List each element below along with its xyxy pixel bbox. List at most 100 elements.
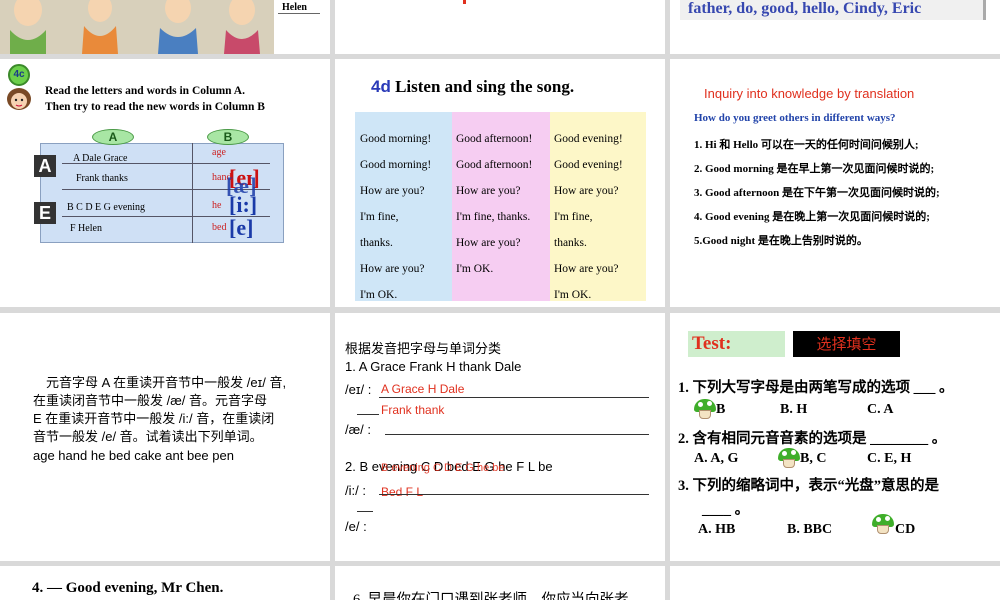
panel-translation: Inquiry into knowledge by translation Ho… [670, 59, 1000, 307]
answer-i-2: Bed F L [381, 485, 424, 499]
song-line: Good evening! [554, 159, 623, 171]
question-6-text: 6. 早晨你在门口遇到张老师，你应当向张老 [353, 592, 629, 600]
red-bracket [463, 0, 466, 4]
answer-ei: A Grace H Dale [381, 382, 465, 396]
row-e-words-1: B C D E G evening [67, 202, 146, 213]
panel-dialog-4: 4. — Good evening, Mr Chen. [0, 566, 330, 600]
word-age: age [212, 147, 226, 158]
classify-list-1: 1. A Grace Frank H thank Dale [345, 359, 522, 374]
question-3: 3. 下列的缩略词中，表示“光盘”意思的是 [678, 478, 939, 494]
song-line: I'm fine, thanks. [456, 211, 531, 223]
phonetic-e: [e] [229, 215, 254, 240]
label-i: /i:/ : [345, 483, 366, 498]
blank-ei [379, 397, 649, 398]
song-line: I'm OK. [360, 289, 398, 301]
blank-ei-tail [357, 414, 379, 415]
answer-i-overlay: B evening C D E G he be [381, 462, 505, 474]
column-a-header: A [92, 129, 134, 145]
children-illustration [0, 0, 274, 54]
question-2: 2. 含有相同元音音素的选项是 ________ 。 [678, 431, 947, 447]
rule-line-1: 元音字母 A 在重读开音节中一般发 /eɪ/ 音, [46, 375, 287, 390]
translation-item-4: 4. Good evening 是在晚上第一次见面问候时说的; [694, 211, 930, 223]
translation-title: Inquiry into knowledge by translation [704, 86, 915, 101]
correct-mark-icon [778, 448, 800, 468]
song-line: thanks. [554, 237, 587, 249]
letter-e-tile: E [34, 202, 56, 224]
rule-line-3: E 在重读开音节中一般发 /i:/ 音，在重读闭 [33, 411, 275, 426]
badge-4c: 4c [8, 64, 30, 86]
panel-question-6: 6. 早晨你在门口遇到张老师，你应当向张老 [335, 566, 665, 600]
song-col-3: Good evening! Good evening! How are you?… [554, 126, 623, 307]
question-3-blank: ____ 。 [702, 502, 750, 518]
instruction-1: Read the letters and words in Column A. [45, 85, 245, 97]
song-title: 4d Listen and sing the song. [371, 77, 574, 97]
song-line: I'm fine, [360, 211, 399, 223]
q2-option-a: A. A, G [694, 451, 739, 466]
name-underline [278, 13, 320, 14]
section-number: 4d [371, 77, 391, 96]
girl-avatar-icon [6, 87, 32, 111]
dialog-4-text: 4. — Good evening, Mr Chen. [32, 580, 224, 596]
label-ae: /æ/ : [345, 422, 372, 437]
blank-i [379, 494, 649, 495]
panel-classify: 根据发音把字母与单词分类 1. A Grace Frank H thank Da… [335, 313, 665, 561]
song-line: How are you? [456, 185, 521, 197]
correct-mark-icon [872, 514, 894, 534]
song-line: Good afternoon! [456, 133, 533, 145]
translation-question: How do you greet others in different way… [694, 112, 896, 124]
table-divider-v [192, 143, 193, 243]
song-line: How are you? [360, 263, 425, 275]
row-a-words-1: A Dale Grace [73, 153, 128, 164]
row-a-words-2: Frank thanks [76, 173, 128, 184]
q2-option-c: C. E, H [867, 451, 912, 466]
word-he: he [212, 200, 222, 211]
song-line: How are you? [554, 263, 619, 275]
q3-option-b: B. BBC [787, 522, 833, 537]
song-line: How are you? [554, 185, 619, 197]
panel-4c: 4c Read the letters and words in Column … [0, 59, 330, 307]
column-b-header: B [207, 129, 249, 145]
q1-option-c: C. A [867, 402, 894, 417]
translation-item-2: 2. Good morning 是在早上第一次见面问候时说的; [694, 163, 935, 175]
song-line: How are you? [456, 237, 521, 249]
translation-item-3: 3. Good afternoon 是在下午第一次见面问候时说的; [694, 187, 940, 199]
song-line: thanks. [360, 237, 393, 249]
answer-ae: Frank thank [381, 403, 445, 417]
song-line: I'm OK. [456, 263, 494, 275]
rule-line-2: 在重读闭音节中一般发 /æ/ 音。元音字母 [33, 393, 268, 408]
translation-item-5: 5.Good night 是在晚上告别时说的。 [694, 235, 868, 247]
panel-bottom-right [670, 566, 1000, 600]
song-line: Good morning! [360, 159, 432, 171]
panel-top-middle [335, 0, 665, 54]
song-col-2: Good afternoon! Good afternoon! How are … [456, 126, 532, 282]
choose-label: 选择填空 [793, 331, 900, 357]
panel-test: Test: 选择填空 1. 下列大写字母是由两笔写成的选项 ___ 。 B B.… [670, 313, 1000, 561]
section-title: Listen and sing the song. [390, 77, 575, 96]
classify-title: 根据发音把字母与单词分类 [345, 341, 502, 356]
blank-ae [385, 434, 649, 435]
word-list: father, do, good, hello, Cindy, Eric [688, 0, 922, 17]
letter-a-tile: A [34, 155, 56, 177]
rule-line-4: 音节一般发 /e/ 音。试着读出下列单词。 [33, 429, 263, 444]
cartoon-image [0, 0, 274, 54]
song-col-1: Good morning! Good morning! How are you?… [360, 126, 431, 307]
label-e: /e/ : [345, 519, 367, 534]
panel-vowel-rules: 元音字母 A 在重读开音节中一般发 /eɪ/ 音, 在重读闭音节中一般发 /æ/… [0, 313, 330, 561]
q1-option-b: B. H [780, 402, 808, 417]
panel-words: father, do, good, hello, Cindy, Eric [670, 0, 1000, 54]
test-label: Test: [688, 331, 785, 357]
song-line: I'm fine, [554, 211, 593, 223]
name-label: Helen [282, 2, 307, 13]
q1-option-a: B [716, 402, 726, 417]
instruction-2: Then try to read the new words in Column… [45, 101, 265, 113]
blank-i-tail [357, 511, 373, 512]
label-ei: /eɪ/ : [345, 382, 372, 397]
practice-words: age hand he bed cake ant bee pen [33, 448, 234, 463]
song-line: How are you? [360, 185, 425, 197]
translation-item-1: 1. Hi 和 Hello 可以在一天的任何时间问候别人; [694, 139, 919, 151]
q2-option-b: B, C [800, 451, 827, 466]
panel-cartoon: Helen [0, 0, 330, 54]
song-line: Good afternoon! [456, 159, 533, 171]
panel-4d-song: 4d Listen and sing the song. Good mornin… [335, 59, 665, 307]
song-line: I'm OK. [554, 289, 592, 301]
